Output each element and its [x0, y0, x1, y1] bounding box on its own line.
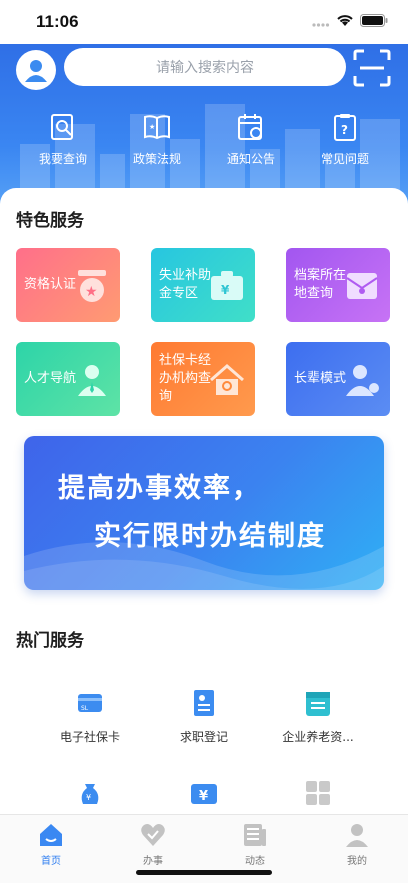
- profile-icon: [346, 824, 368, 847]
- tab-label: 首页: [41, 856, 61, 867]
- tile-label: 失业补助金专区: [159, 268, 212, 301]
- user-avatar[interactable]: [16, 50, 56, 90]
- home-indicator: [136, 870, 272, 875]
- tile-unemployment-benefit[interactable]: 失业补助金专区 ¥: [151, 248, 255, 322]
- search-document-icon: [51, 114, 73, 140]
- tab-home[interactable]: 首页: [0, 815, 102, 883]
- status-bar: 11:06: [0, 0, 408, 44]
- quick-link-label: 常见问题: [320, 152, 369, 166]
- tab-label: 办事: [143, 856, 163, 867]
- tile-social-card-agency[interactable]: 社保卡经办机构查询: [151, 342, 255, 416]
- tile-elder-mode[interactable]: 长辈模式: [286, 342, 390, 416]
- hot-service-job-registration[interactable]: 求职登记: [144, 688, 264, 745]
- quick-link-policy[interactable]: ★ 政策法规: [117, 112, 197, 167]
- news-icon: [244, 824, 266, 846]
- calendar-clock-icon: [238, 114, 262, 140]
- tile-label: 社保卡经办机构查询: [159, 353, 212, 404]
- quick-link-label: 通知公告: [226, 152, 275, 166]
- tile-label: 资格认证: [24, 277, 77, 292]
- signal-icon: [312, 22, 330, 27]
- hot-section-title: 热门服务: [16, 631, 84, 651]
- svg-text:★: ★: [149, 123, 155, 131]
- hot-service-label: 求职登记: [179, 730, 228, 744]
- quick-link-query[interactable]: 我要查询: [23, 112, 103, 167]
- status-icons: [312, 14, 388, 27]
- tile-talent-navigation[interactable]: 人才导航: [16, 342, 120, 416]
- grid-apps-icon: [306, 781, 330, 805]
- hot-service-label: 电子社保卡: [59, 730, 120, 744]
- tile-label: 长辈模式: [294, 371, 347, 386]
- hot-service-pension[interactable]: 企业养老资...: [258, 688, 378, 745]
- tile-label: 人才导航: [24, 371, 77, 386]
- tab-profile[interactable]: 我的: [306, 815, 408, 883]
- featured-section-title: 特色服务: [16, 211, 84, 231]
- money-bag-hand-icon: ¥: [81, 784, 99, 804]
- banner-wave-decoration: [24, 542, 384, 590]
- banner-line-2: 实行限时办结制度: [94, 521, 326, 552]
- quick-link-faq[interactable]: ? 常见问题: [305, 112, 385, 167]
- tab-label: 我的: [347, 856, 367, 867]
- search-input[interactable]: 请输入搜索内容: [64, 48, 346, 86]
- pension-calendar-icon: [306, 692, 330, 716]
- home-icon: [40, 824, 62, 846]
- question-clipboard-icon: ?: [334, 114, 356, 141]
- promo-banner[interactable]: 提高办事效率， 实行限时办结制度: [24, 436, 384, 590]
- status-time: 11:06: [36, 12, 79, 31]
- tile-archive-location[interactable]: 档案所在地查询: [286, 248, 390, 322]
- heart-icon: [141, 824, 165, 846]
- svg-text:¥: ¥: [86, 793, 91, 802]
- banner-line-1: 提高办事效率，: [58, 473, 261, 504]
- quick-links: 我要查询 ★ 政策法规 通知公告 ? 常见问题: [0, 112, 408, 167]
- quick-link-label: 政策法规: [132, 152, 181, 166]
- hot-service-label: 企业养老资...: [282, 730, 354, 744]
- social-security-card-icon: SL: [78, 694, 102, 712]
- svg-text:¥: ¥: [199, 789, 208, 804]
- tile-qualification[interactable]: 资格认证 ★: [16, 248, 120, 322]
- hot-service-social-card[interactable]: SL 电子社保卡: [30, 688, 150, 745]
- svg-text:¥: ¥: [221, 283, 230, 297]
- tab-label: 动态: [245, 856, 265, 867]
- scan-qr-icon[interactable]: [352, 48, 392, 88]
- policy-book-icon: ★: [144, 115, 170, 140]
- quick-link-label: 我要查询: [38, 152, 87, 166]
- hot-service-more-1[interactable]: ¥: [30, 778, 150, 808]
- svg-text:?: ?: [341, 123, 348, 137]
- svg-text:★: ★: [85, 284, 98, 300]
- svg-text:SL: SL: [81, 705, 89, 712]
- wifi-icon: [337, 15, 353, 26]
- hot-service-more-3[interactable]: [258, 778, 378, 808]
- job-registration-icon: [194, 690, 214, 716]
- yuan-ticket-icon: ¥: [191, 784, 217, 804]
- quick-link-notice[interactable]: 通知公告: [211, 112, 291, 167]
- battery-icon: [360, 14, 388, 27]
- user-avatar-icon: [25, 60, 47, 82]
- hot-service-more-2[interactable]: ¥: [144, 778, 264, 808]
- tile-label: 档案所在地查询: [294, 268, 347, 301]
